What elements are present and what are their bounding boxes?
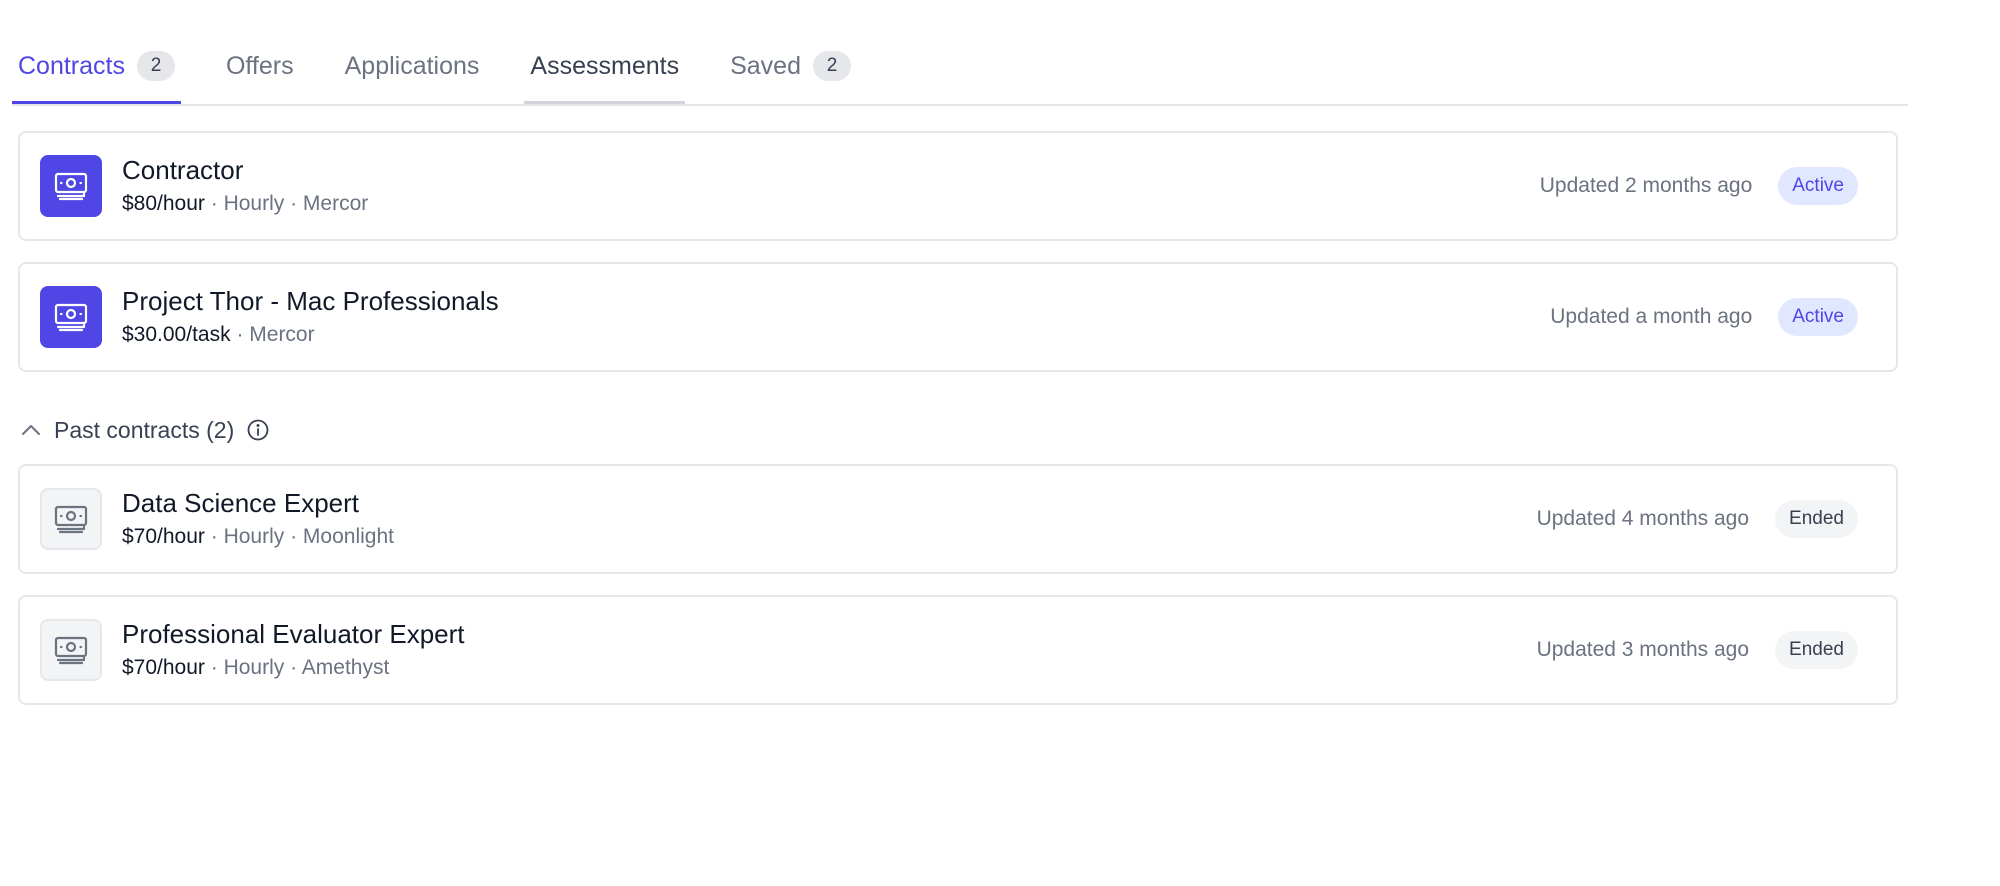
contract-meta: $80/hour · Hourly · Mercor	[122, 189, 1540, 219]
past-contracts-label: Past contracts (2)	[54, 416, 235, 443]
tab-assessments[interactable]: Assessments	[524, 40, 685, 104]
money-icon	[40, 155, 102, 217]
tab-applications[interactable]: Applications	[339, 40, 486, 102]
chevron-up-icon[interactable]	[20, 419, 42, 441]
contract-updated: Updated 3 months ago	[1536, 638, 1750, 661]
contract-details: · Hourly · Mercor	[210, 192, 369, 215]
status-badge: Active	[1778, 298, 1858, 336]
tab-contracts-count: 2	[136, 51, 175, 81]
contract-title: Professional Evaluator Expert	[122, 619, 465, 649]
money-icon	[40, 488, 102, 550]
contract-meta: $70/hour · Hourly · Moonlight	[122, 522, 1537, 552]
contract-updated: Updated 4 months ago	[1536, 507, 1750, 530]
contract-rate: $70/hour	[122, 525, 205, 548]
tab-assessments-label: Assessments	[530, 51, 680, 80]
contract-details: · Hourly · Amethyst	[210, 656, 390, 679]
status-badge: Ended	[1775, 631, 1858, 669]
tab-applications-label: Applications	[344, 51, 480, 80]
tab-saved[interactable]: Saved 2	[724, 40, 857, 102]
contract-title: Project Thor - Mac Professionals	[122, 286, 499, 316]
contract-card-data-science-expert[interactable]: Data Science Expert $70/hour · Hourly · …	[18, 464, 1898, 574]
contract-rate: $70/hour	[122, 656, 205, 679]
contract-details: · Mercor	[236, 323, 315, 346]
contract-title: Data Science Expert	[122, 488, 360, 518]
contract-meta: $30.00/task · Mercor	[122, 320, 1550, 350]
contract-updated: Updated a month ago	[1550, 305, 1753, 328]
contract-card-contractor[interactable]: Contractor $80/hour · Hourly · Mercor Up…	[18, 131, 1898, 241]
contract-updated: Updated 2 months ago	[1539, 174, 1753, 197]
tab-saved-label: Saved	[730, 51, 801, 80]
contract-rate: $30.00/task	[122, 323, 231, 346]
info-icon[interactable]	[246, 418, 270, 442]
tab-contracts-label: Contracts	[18, 51, 125, 80]
tab-bar: Contracts 2 Offers Applications Assessme…	[12, 40, 1908, 106]
tab-saved-count: 2	[812, 51, 851, 81]
money-icon	[40, 619, 102, 681]
tab-offers[interactable]: Offers	[220, 40, 300, 102]
status-badge: Active	[1778, 167, 1858, 205]
contract-rate: $80/hour	[122, 192, 205, 215]
contract-card-project-thor[interactable]: Project Thor - Mac Professionals $30.00/…	[18, 262, 1898, 372]
contract-title: Contractor	[122, 155, 244, 185]
past-contracts-header[interactable]: Past contracts (2)	[20, 412, 270, 448]
contract-details: · Hourly · Moonlight	[210, 525, 394, 548]
status-badge: Ended	[1775, 500, 1858, 538]
contract-meta: $70/hour · Hourly · Amethyst	[122, 653, 1537, 683]
money-icon	[40, 286, 102, 348]
contract-card-professional-evaluator-expert[interactable]: Professional Evaluator Expert $70/hour ·…	[18, 595, 1898, 705]
tab-offers-label: Offers	[225, 51, 294, 80]
tab-contracts[interactable]: Contracts 2	[12, 40, 181, 104]
